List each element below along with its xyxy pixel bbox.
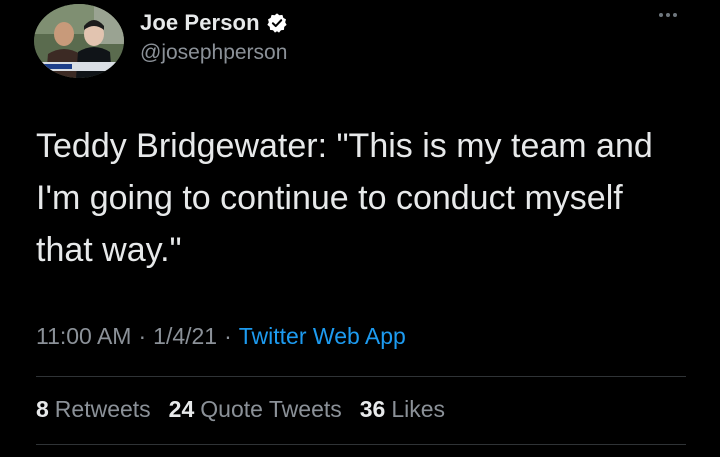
meta-separator: ·: [224, 323, 232, 349]
divider: [36, 444, 686, 445]
dot: [666, 13, 670, 17]
author-handle[interactable]: @josephperson: [140, 41, 287, 65]
tweet-date[interactable]: 1/4/21: [153, 323, 217, 350]
more-options-icon[interactable]: [652, 6, 684, 24]
tweet-source-link[interactable]: Twitter Web App: [239, 323, 406, 350]
avatar[interactable]: [34, 4, 124, 78]
likes-stat[interactable]: 36 Likes: [360, 396, 445, 423]
quote-tweets-stat[interactable]: 24 Quote Tweets: [169, 396, 342, 423]
avatar-photo-icon: [34, 4, 124, 78]
likes-label: Likes: [391, 396, 446, 422]
tweet-time[interactable]: 11:00 AM: [36, 323, 131, 350]
meta-separator: ·: [138, 323, 147, 349]
dot: [659, 13, 663, 17]
retweets-count: 8: [36, 396, 49, 422]
author-name-row: Joe Person: [140, 9, 288, 37]
author-display-name[interactable]: Joe Person: [140, 10, 260, 36]
retweets-stat[interactable]: 8 Retweets: [36, 396, 151, 423]
tweet-text: Teddy Bridgewater: "This is my team and …: [36, 127, 653, 269]
retweets-label: Retweets: [54, 396, 151, 422]
tweet-stats: 8 Retweets 24 Quote Tweets 36 Likes: [36, 396, 463, 423]
quote-tweets-count: 24: [168, 396, 195, 422]
verified-badge-icon: [266, 12, 288, 34]
dot: [673, 13, 677, 17]
divider: [36, 376, 686, 377]
tweet-meta: 11:00 AM · 1/4/21 · Twitter Web App: [36, 323, 406, 350]
tweet-card: Joe Person @josephperson Teddy Bridgewat…: [0, 0, 720, 457]
quote-tweets-label: Quote Tweets: [200, 396, 342, 422]
likes-count: 36: [359, 396, 386, 422]
